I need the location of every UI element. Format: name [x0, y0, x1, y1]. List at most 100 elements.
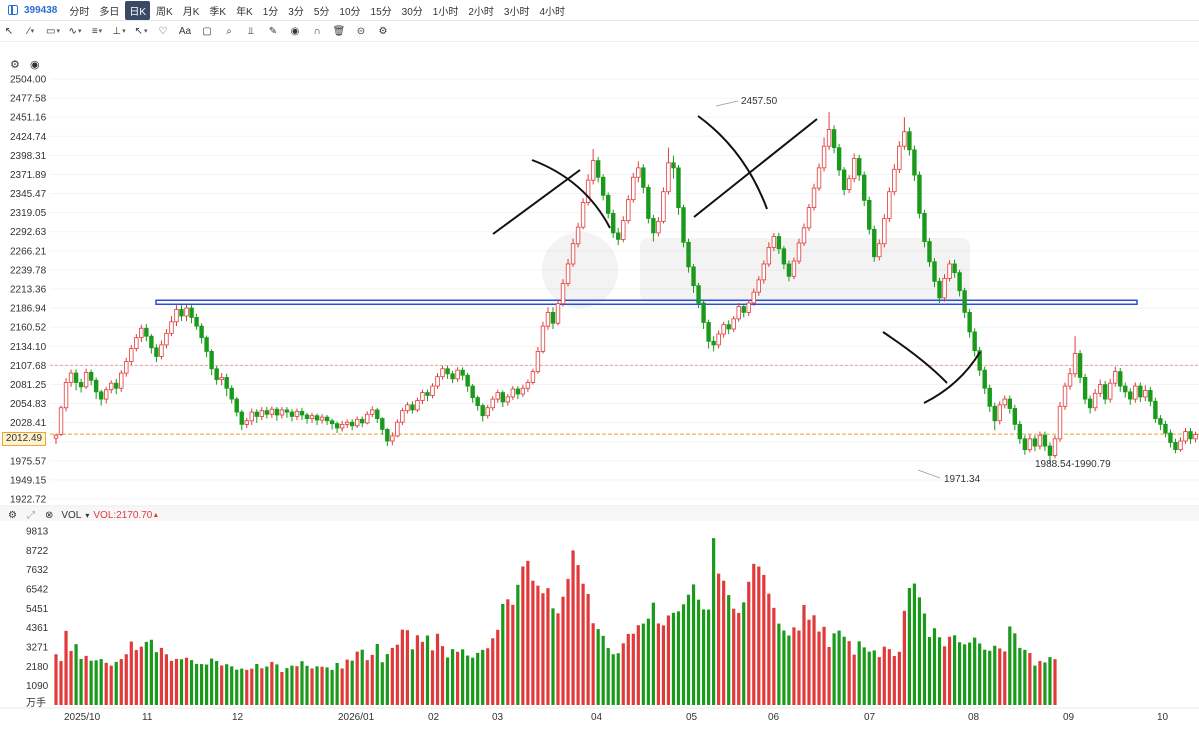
candle-body	[932, 261, 937, 282]
volume-bar	[742, 602, 746, 705]
volume-indicator-name[interactable]: VOL	[61, 510, 81, 521]
volume-bar	[415, 635, 420, 705]
support-rectangle[interactable]	[155, 299, 1138, 306]
volume-bar	[837, 630, 841, 705]
candle-body	[530, 371, 536, 383]
candle-body	[942, 278, 947, 299]
volume-settings-icon[interactable]: ⚙	[8, 510, 17, 521]
price-tick-label: 2160.52	[10, 323, 47, 334]
volume-bar	[937, 637, 942, 705]
candle-body	[329, 420, 335, 425]
freehand-stroke[interactable]	[697, 115, 768, 210]
current-price-tag: 2012.49	[2, 432, 46, 446]
close-icon[interactable]: ⊗	[45, 510, 53, 521]
candle-body	[390, 435, 395, 442]
freehand-stroke[interactable]	[492, 169, 581, 235]
time-tick-label: 06	[768, 712, 780, 723]
candle-body	[560, 283, 566, 305]
freehand-stroke[interactable]	[923, 351, 981, 404]
volume-bar	[822, 626, 826, 705]
volume-bar	[310, 668, 314, 705]
candle-body	[83, 371, 89, 388]
price-tick-label: 2054.83	[10, 399, 47, 410]
candle-body	[314, 415, 320, 421]
volume-bar	[315, 666, 319, 705]
volume-bar	[456, 651, 460, 705]
volume-bar	[325, 667, 329, 705]
volume-bar	[205, 664, 209, 705]
candle-body	[134, 337, 139, 349]
candle-body	[415, 400, 420, 411]
candle-body	[841, 169, 847, 190]
candle-body	[88, 371, 94, 381]
chart-eye-icon[interactable]: ◉	[30, 58, 40, 71]
freehand-stroke[interactable]	[882, 331, 948, 384]
volume-tick-label: 9813	[26, 527, 49, 538]
candle-body	[465, 374, 470, 387]
candle-body	[570, 243, 576, 265]
volume-bar	[942, 646, 947, 705]
volume-bar	[154, 652, 158, 705]
candle-body	[616, 232, 621, 240]
volume-bar	[526, 560, 530, 705]
volume-bar	[591, 623, 595, 705]
volume-bar	[270, 661, 274, 705]
candle-body	[73, 372, 79, 383]
volume-bar	[491, 638, 495, 705]
volume-bar	[952, 635, 957, 705]
candle-body	[646, 186, 651, 219]
candle-body	[676, 167, 681, 209]
candle-body	[264, 410, 270, 415]
volume-bar	[646, 618, 650, 705]
candle-body	[1012, 408, 1018, 425]
candle-body	[982, 369, 987, 389]
chart-settings-icon[interactable]: ⚙	[10, 58, 20, 71]
candle-body	[279, 409, 285, 416]
volume-bar	[747, 581, 751, 705]
candle-body	[370, 409, 375, 415]
volume-bar	[581, 583, 585, 705]
candle-body	[851, 158, 857, 180]
candle-body	[992, 405, 997, 422]
price-tick-label: 2134.10	[10, 342, 47, 353]
volume-bar	[701, 609, 706, 705]
volume-tick-label: 3271	[26, 643, 49, 654]
volume-bar	[616, 653, 620, 705]
volume-bar	[958, 642, 962, 705]
chevron-down-icon[interactable]: ▾	[85, 511, 89, 520]
candle-body	[952, 263, 957, 274]
volume-bar	[295, 666, 299, 705]
candle-body	[159, 344, 164, 357]
candle-body	[1148, 390, 1153, 402]
candle-body	[400, 410, 405, 423]
volume-bar	[696, 599, 701, 705]
candle-body	[857, 158, 862, 176]
volume-bar	[872, 650, 876, 705]
volume-bar	[767, 593, 771, 705]
volume-bar	[812, 615, 816, 705]
volume-bar	[425, 635, 430, 705]
candle-body	[656, 220, 661, 234]
price-chart[interactable]: 2504.00 2477.58 2451.16 2424.74 2398.31 2371.…	[0, 0, 1199, 729]
volume-bar	[762, 574, 766, 705]
candle-body	[580, 202, 586, 228]
volume-bar	[405, 630, 409, 705]
volume-bar	[707, 609, 711, 705]
candle-body	[139, 327, 144, 339]
candle-body	[420, 392, 425, 401]
candle-body	[796, 242, 802, 262]
candle-body	[410, 404, 415, 411]
candle-body	[445, 368, 450, 375]
expand-icon[interactable]: ⤢	[27, 510, 35, 521]
volume-bar	[255, 664, 259, 705]
candle-body	[1082, 377, 1088, 400]
volume-bar	[827, 647, 831, 705]
volume-bar	[892, 656, 896, 705]
candle-body	[510, 388, 516, 398]
freehand-stroke[interactable]	[693, 118, 818, 218]
volume-bar	[119, 659, 123, 705]
candle-body	[500, 392, 505, 403]
volume-bar	[435, 633, 440, 705]
volume-bar	[420, 641, 425, 705]
candle-body	[354, 418, 360, 427]
